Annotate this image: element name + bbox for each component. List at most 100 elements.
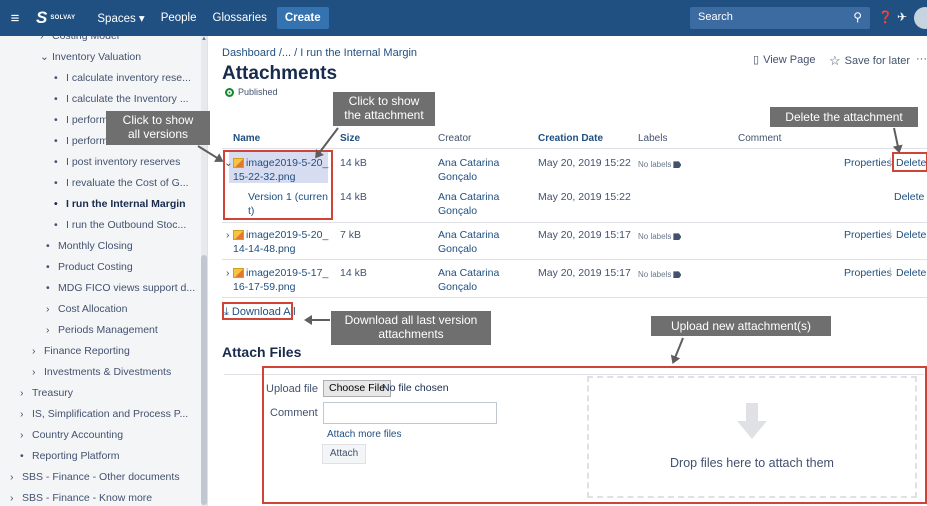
sidebar-item[interactable]: • I calculate the Inventory ... xyxy=(54,93,189,105)
sidebar-item[interactable]: • I calculate inventory rese... xyxy=(54,72,191,84)
expand-chevron-icon[interactable]: › xyxy=(226,228,230,242)
chevron-icon[interactable]: › xyxy=(46,303,58,315)
header-divider xyxy=(222,148,927,149)
delete-link[interactable]: Delete xyxy=(896,266,926,280)
callout-line: attachments xyxy=(378,327,444,341)
column-header-size[interactable]: Size xyxy=(340,133,360,144)
sidebar-item[interactable]: • MDG FICO views support d... xyxy=(46,282,195,294)
labels-edit[interactable]: No labels xyxy=(638,158,682,172)
chevron-icon[interactable]: › xyxy=(46,324,58,336)
creator-link[interactable]: Ana Catarina xyxy=(438,156,499,170)
bullet-icon: • xyxy=(54,219,58,231)
chevron-icon[interactable]: › xyxy=(20,429,32,441)
avatar[interactable] xyxy=(914,7,927,29)
more-actions-button[interactable]: ··· xyxy=(916,53,927,65)
sidebar-item[interactable]: › Costing Model xyxy=(40,36,119,42)
sidebar-item[interactable]: • I run the Outbound Stoc... xyxy=(54,219,186,231)
sidebar-item-label: I perform xyxy=(66,135,109,147)
scroll-up-icon[interactable]: ▲ xyxy=(201,36,207,42)
chevron-icon[interactable]: ⌄ xyxy=(40,51,52,63)
sidebar-item[interactable]: ⌄ Inventory Valuation xyxy=(40,51,141,63)
sidebar-item[interactable]: › Cost Allocation xyxy=(46,303,127,315)
file-size: 14 kB xyxy=(340,157,367,169)
properties-link[interactable]: Properties xyxy=(844,266,892,280)
delete-highlight-box xyxy=(892,152,927,172)
chevron-icon[interactable]: › xyxy=(20,408,32,420)
sidebar-item-label: Inventory Valuation xyxy=(52,51,142,63)
sidebar-item[interactable]: • I post inventory reserves xyxy=(54,156,180,168)
delete-link[interactable]: Delete xyxy=(896,228,926,242)
sidebar-scrollbar-thumb[interactable] xyxy=(201,255,207,505)
attachment-name-link[interactable]: image2019-5-20_ xyxy=(233,228,328,242)
page-title: Attachments xyxy=(222,63,338,84)
solvay-logo[interactable]: S SOLVAY xyxy=(36,8,75,28)
creator-link[interactable]: Ana Catarina xyxy=(438,266,499,280)
column-header-date[interactable]: Creation Date xyxy=(538,133,603,144)
creator-link-line2[interactable]: Gonçalo xyxy=(438,170,477,184)
sidebar-item[interactable]: › Country Accounting xyxy=(20,429,123,441)
breadcrumb[interactable]: Dashboard /... / I run the Internal Marg… xyxy=(222,47,417,59)
properties-link[interactable]: Properties xyxy=(844,156,892,170)
sidebar-item[interactable]: › Treasury xyxy=(20,387,73,399)
menu-icon[interactable]: ≡ xyxy=(0,10,30,27)
labels-edit[interactable]: No labels xyxy=(638,230,682,244)
file-name-line2[interactable]: 14-14-48.png xyxy=(233,242,295,256)
logo-mark-icon: S xyxy=(36,8,48,27)
page-tree-sidebar: › Costing Model ⌄ Inventory Valuation • I cal… xyxy=(0,36,208,506)
bullet-icon: • xyxy=(54,177,58,189)
view-page-label: View Page xyxy=(763,53,816,66)
expand-chevron-icon[interactable]: › xyxy=(226,266,230,280)
no-labels-text: No labels xyxy=(638,270,672,279)
status-text: Published xyxy=(238,87,278,97)
create-button[interactable]: Create xyxy=(276,7,329,29)
delete-link[interactable]: Delete xyxy=(894,190,924,204)
creator-link[interactable]: Ana Catarina xyxy=(438,190,499,204)
status-badge: Published xyxy=(225,87,278,97)
properties-link[interactable]: Properties xyxy=(844,228,892,242)
sidebar-item[interactable]: › SBS - Finance - Other documents xyxy=(10,471,180,483)
creator-link-line2[interactable]: Gonçalo xyxy=(438,242,477,256)
sidebar-item[interactable]: › Finance Reporting xyxy=(32,345,130,357)
creator-link-line2[interactable]: Gonçalo xyxy=(438,204,477,218)
sidebar-item[interactable]: • I run the Internal Margin xyxy=(54,198,186,210)
sidebar-item[interactable]: • I perform xyxy=(54,114,108,126)
upload-callout: Upload new attachment(s) xyxy=(651,316,831,336)
chevron-icon[interactable]: › xyxy=(40,36,52,42)
chevron-icon[interactable]: › xyxy=(32,345,44,357)
callout-arrow xyxy=(672,337,684,363)
chevron-icon[interactable]: › xyxy=(10,471,22,483)
notifications-icon[interactable]: ✈ xyxy=(897,10,907,24)
creator-link-line2[interactable]: Gonçalo xyxy=(438,280,477,294)
file-name-line2[interactable]: 16-17-59.png xyxy=(233,280,295,294)
file-size: 14 kB xyxy=(340,267,367,279)
attachment-name-link[interactable]: image2019-5-17_ xyxy=(233,266,328,280)
nav-glossaries[interactable]: Glossaries xyxy=(213,12,267,24)
chevron-icon[interactable]: › xyxy=(32,366,44,378)
creator-link[interactable]: Ana Catarina xyxy=(438,228,499,242)
column-header-name[interactable]: Name xyxy=(233,133,260,144)
file-name-1: image2019-5-20_ xyxy=(246,229,329,241)
sidebar-item[interactable]: • Monthly Closing xyxy=(46,240,133,252)
sidebar-item[interactable]: › SBS - Finance - Know more xyxy=(10,492,152,504)
labels-edit[interactable]: No labels xyxy=(638,268,682,282)
nav-people[interactable]: People xyxy=(161,12,197,24)
file-size: 7 kB xyxy=(340,229,362,241)
save-for-later-button[interactable]: ☆ Save for later xyxy=(829,53,910,69)
bullet-icon: • xyxy=(46,261,50,273)
chevron-icon[interactable]: › xyxy=(20,387,32,399)
sidebar-item[interactable]: • I revaluate the Cost of G... xyxy=(54,177,189,189)
sidebar-item[interactable]: › IS, Simplification and Process P... xyxy=(20,408,188,420)
sidebar-item[interactable]: • I perform xyxy=(54,135,108,147)
view-page-button[interactable]: ▯ View Page xyxy=(753,53,816,67)
sidebar-item[interactable]: › Investments & Divestments xyxy=(32,366,171,378)
help-icon[interactable]: ❓ xyxy=(878,10,893,24)
row-divider xyxy=(222,222,927,223)
column-header-creator: Creator xyxy=(438,133,472,144)
chevron-icon[interactable]: › xyxy=(10,492,22,504)
sidebar-item[interactable]: • Product Costing xyxy=(46,261,133,273)
nav-spaces[interactable]: Spaces ▾ xyxy=(97,11,144,25)
sidebar-item[interactable]: • Reporting Platform xyxy=(20,450,120,462)
sidebar-item[interactable]: › Periods Management xyxy=(46,324,158,336)
search-icon[interactable]: ⚲ xyxy=(853,10,862,24)
search-input[interactable]: Search ⚲ xyxy=(690,7,870,29)
